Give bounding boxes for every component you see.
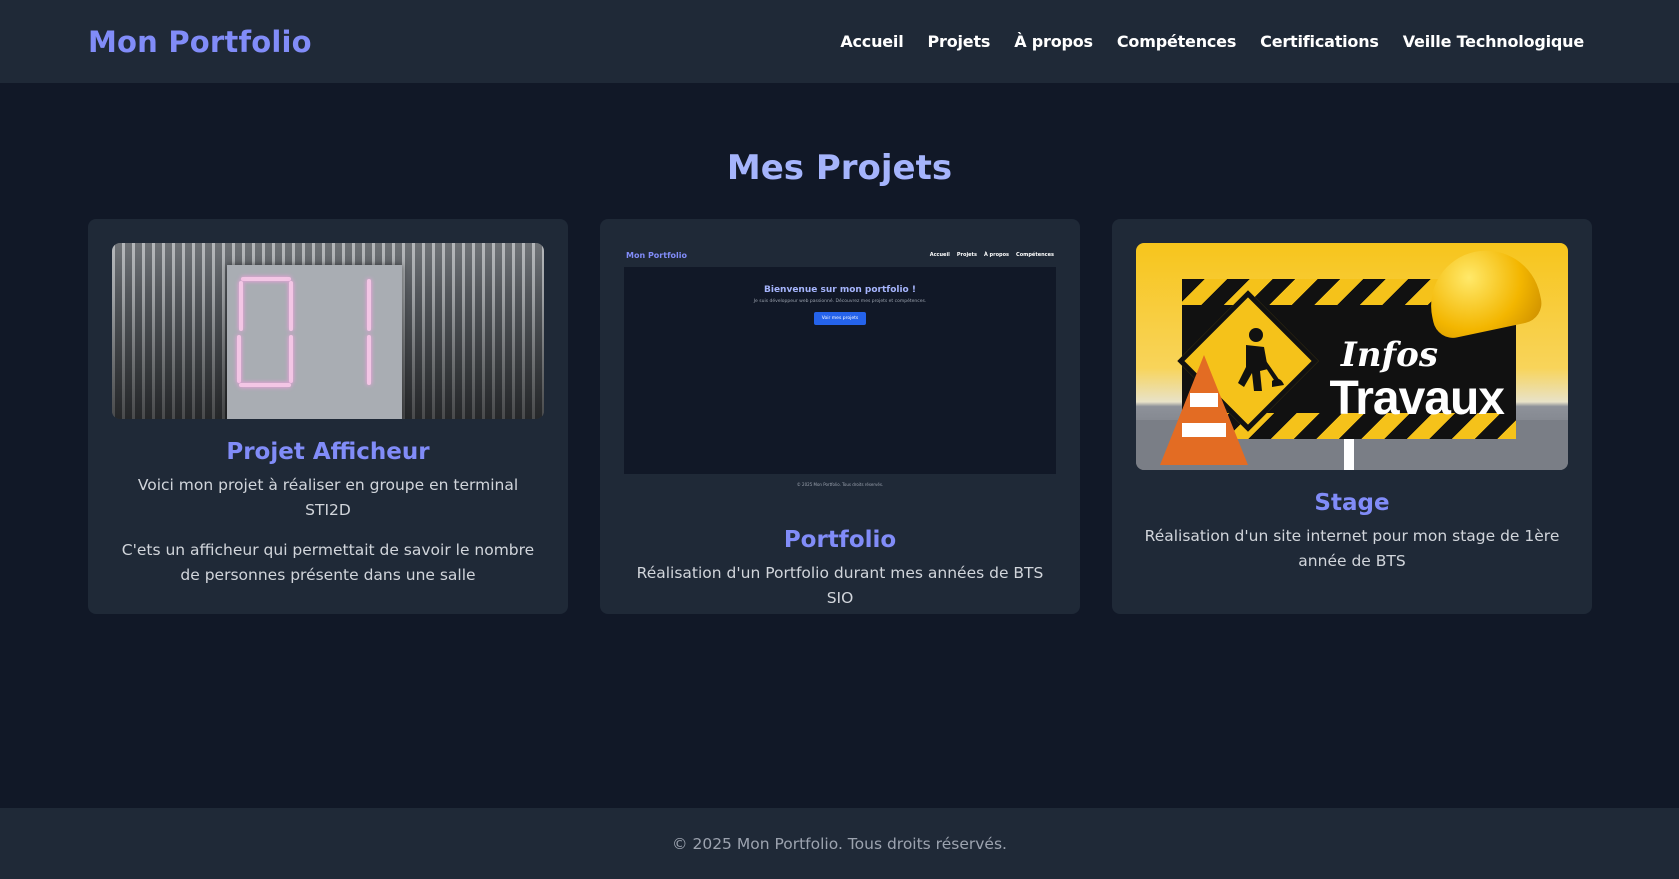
segment bbox=[239, 383, 291, 387]
preview-header: Mon Portfolio Accueil Projets À propos C… bbox=[624, 243, 1056, 267]
brand-logo-link[interactable]: Mon Portfolio bbox=[88, 25, 312, 59]
project-card-afficheur: Projet Afficheur Voici mon projet à réal… bbox=[88, 219, 568, 614]
site-header: Mon Portfolio Accueil Projets À propos C… bbox=[0, 0, 1679, 83]
road-marking bbox=[1344, 434, 1354, 470]
cone-stripe bbox=[1190, 393, 1218, 407]
nav-link-certifications[interactable]: Certifications bbox=[1260, 32, 1379, 51]
footer-copyright: © 2025 Mon Portfolio. Tous droits réserv… bbox=[672, 834, 1007, 853]
projects-grid: Projet Afficheur Voici mon projet à réal… bbox=[88, 219, 1592, 614]
nav-link-competences[interactable]: Compétences bbox=[1117, 32, 1236, 51]
main-nav: Accueil Projets À propos Compétences Cer… bbox=[840, 32, 1584, 51]
main-content: Mes Projets Projet Afficheur Voici mon p… bbox=[0, 83, 1679, 808]
preview-nav-item: Projets bbox=[956, 252, 977, 258]
display-sign bbox=[227, 265, 402, 419]
page-title: Mes Projets bbox=[726, 148, 953, 188]
nav-link-veille-technologique[interactable]: Veille Technologique bbox=[1403, 32, 1584, 51]
project-image-afficheur bbox=[112, 243, 544, 419]
helmet-icon bbox=[1420, 243, 1546, 342]
segment bbox=[289, 281, 293, 331]
project-description: Voici mon projet à réaliser en groupe en… bbox=[137, 476, 519, 519]
preview-nav-item: Accueil bbox=[929, 252, 950, 258]
project-description: Réalisation d'un site internet pour mon … bbox=[1144, 527, 1560, 570]
traffic-cone-icon bbox=[1160, 355, 1248, 465]
project-title: Portfolio bbox=[783, 527, 897, 553]
preview-nav-item: Compétences bbox=[1016, 252, 1054, 258]
project-title: Stage bbox=[1314, 490, 1390, 516]
segment bbox=[289, 335, 293, 383]
preview-subtitle: Je suis développeur web passionné. Décou… bbox=[753, 299, 927, 304]
project-card-stage: Infos Travaux Stage Réalisation d'un sit… bbox=[1112, 219, 1592, 614]
project-card-portfolio: Mon Portfolio Accueil Projets À propos C… bbox=[600, 219, 1080, 614]
segment bbox=[367, 279, 371, 331]
preview-nav: Accueil Projets À propos Compétences bbox=[930, 252, 1054, 258]
preview-footer: © 2025 Mon Portfolio. Tous droits réserv… bbox=[796, 482, 884, 487]
project-description: Réalisation d'un Portfolio durant mes an… bbox=[636, 564, 1044, 607]
nav-link-projets[interactable]: Projets bbox=[928, 32, 991, 51]
preview-body: Bienvenue sur mon portfolio ! Je suis dé… bbox=[624, 267, 1056, 474]
segment bbox=[241, 277, 291, 281]
project-image-stage: Infos Travaux bbox=[1136, 243, 1568, 470]
segment bbox=[237, 335, 241, 383]
preview-title: Bienvenue sur mon portfolio ! bbox=[764, 285, 916, 295]
preview-button: Voir mes projets bbox=[813, 312, 867, 325]
site-footer: © 2025 Mon Portfolio. Tous droits réserv… bbox=[0, 808, 1679, 879]
segment bbox=[239, 281, 243, 331]
preview-nav-item: À propos bbox=[983, 252, 1010, 258]
banner-text-infos: Infos bbox=[1340, 335, 1438, 375]
preview-brand: Mon Portfolio bbox=[626, 250, 688, 260]
project-image-portfolio: Mon Portfolio Accueil Projets À propos C… bbox=[624, 243, 1056, 497]
banner-text-travaux: Travaux bbox=[1329, 372, 1505, 425]
cone-stripe bbox=[1182, 423, 1226, 437]
project-title: Projet Afficheur bbox=[226, 439, 430, 465]
project-description: C'ets un afficheur qui permettait de sav… bbox=[121, 541, 535, 584]
nav-link-accueil[interactable]: Accueil bbox=[840, 32, 903, 51]
nav-link-a-propos[interactable]: À propos bbox=[1014, 32, 1093, 51]
segment bbox=[367, 335, 371, 385]
